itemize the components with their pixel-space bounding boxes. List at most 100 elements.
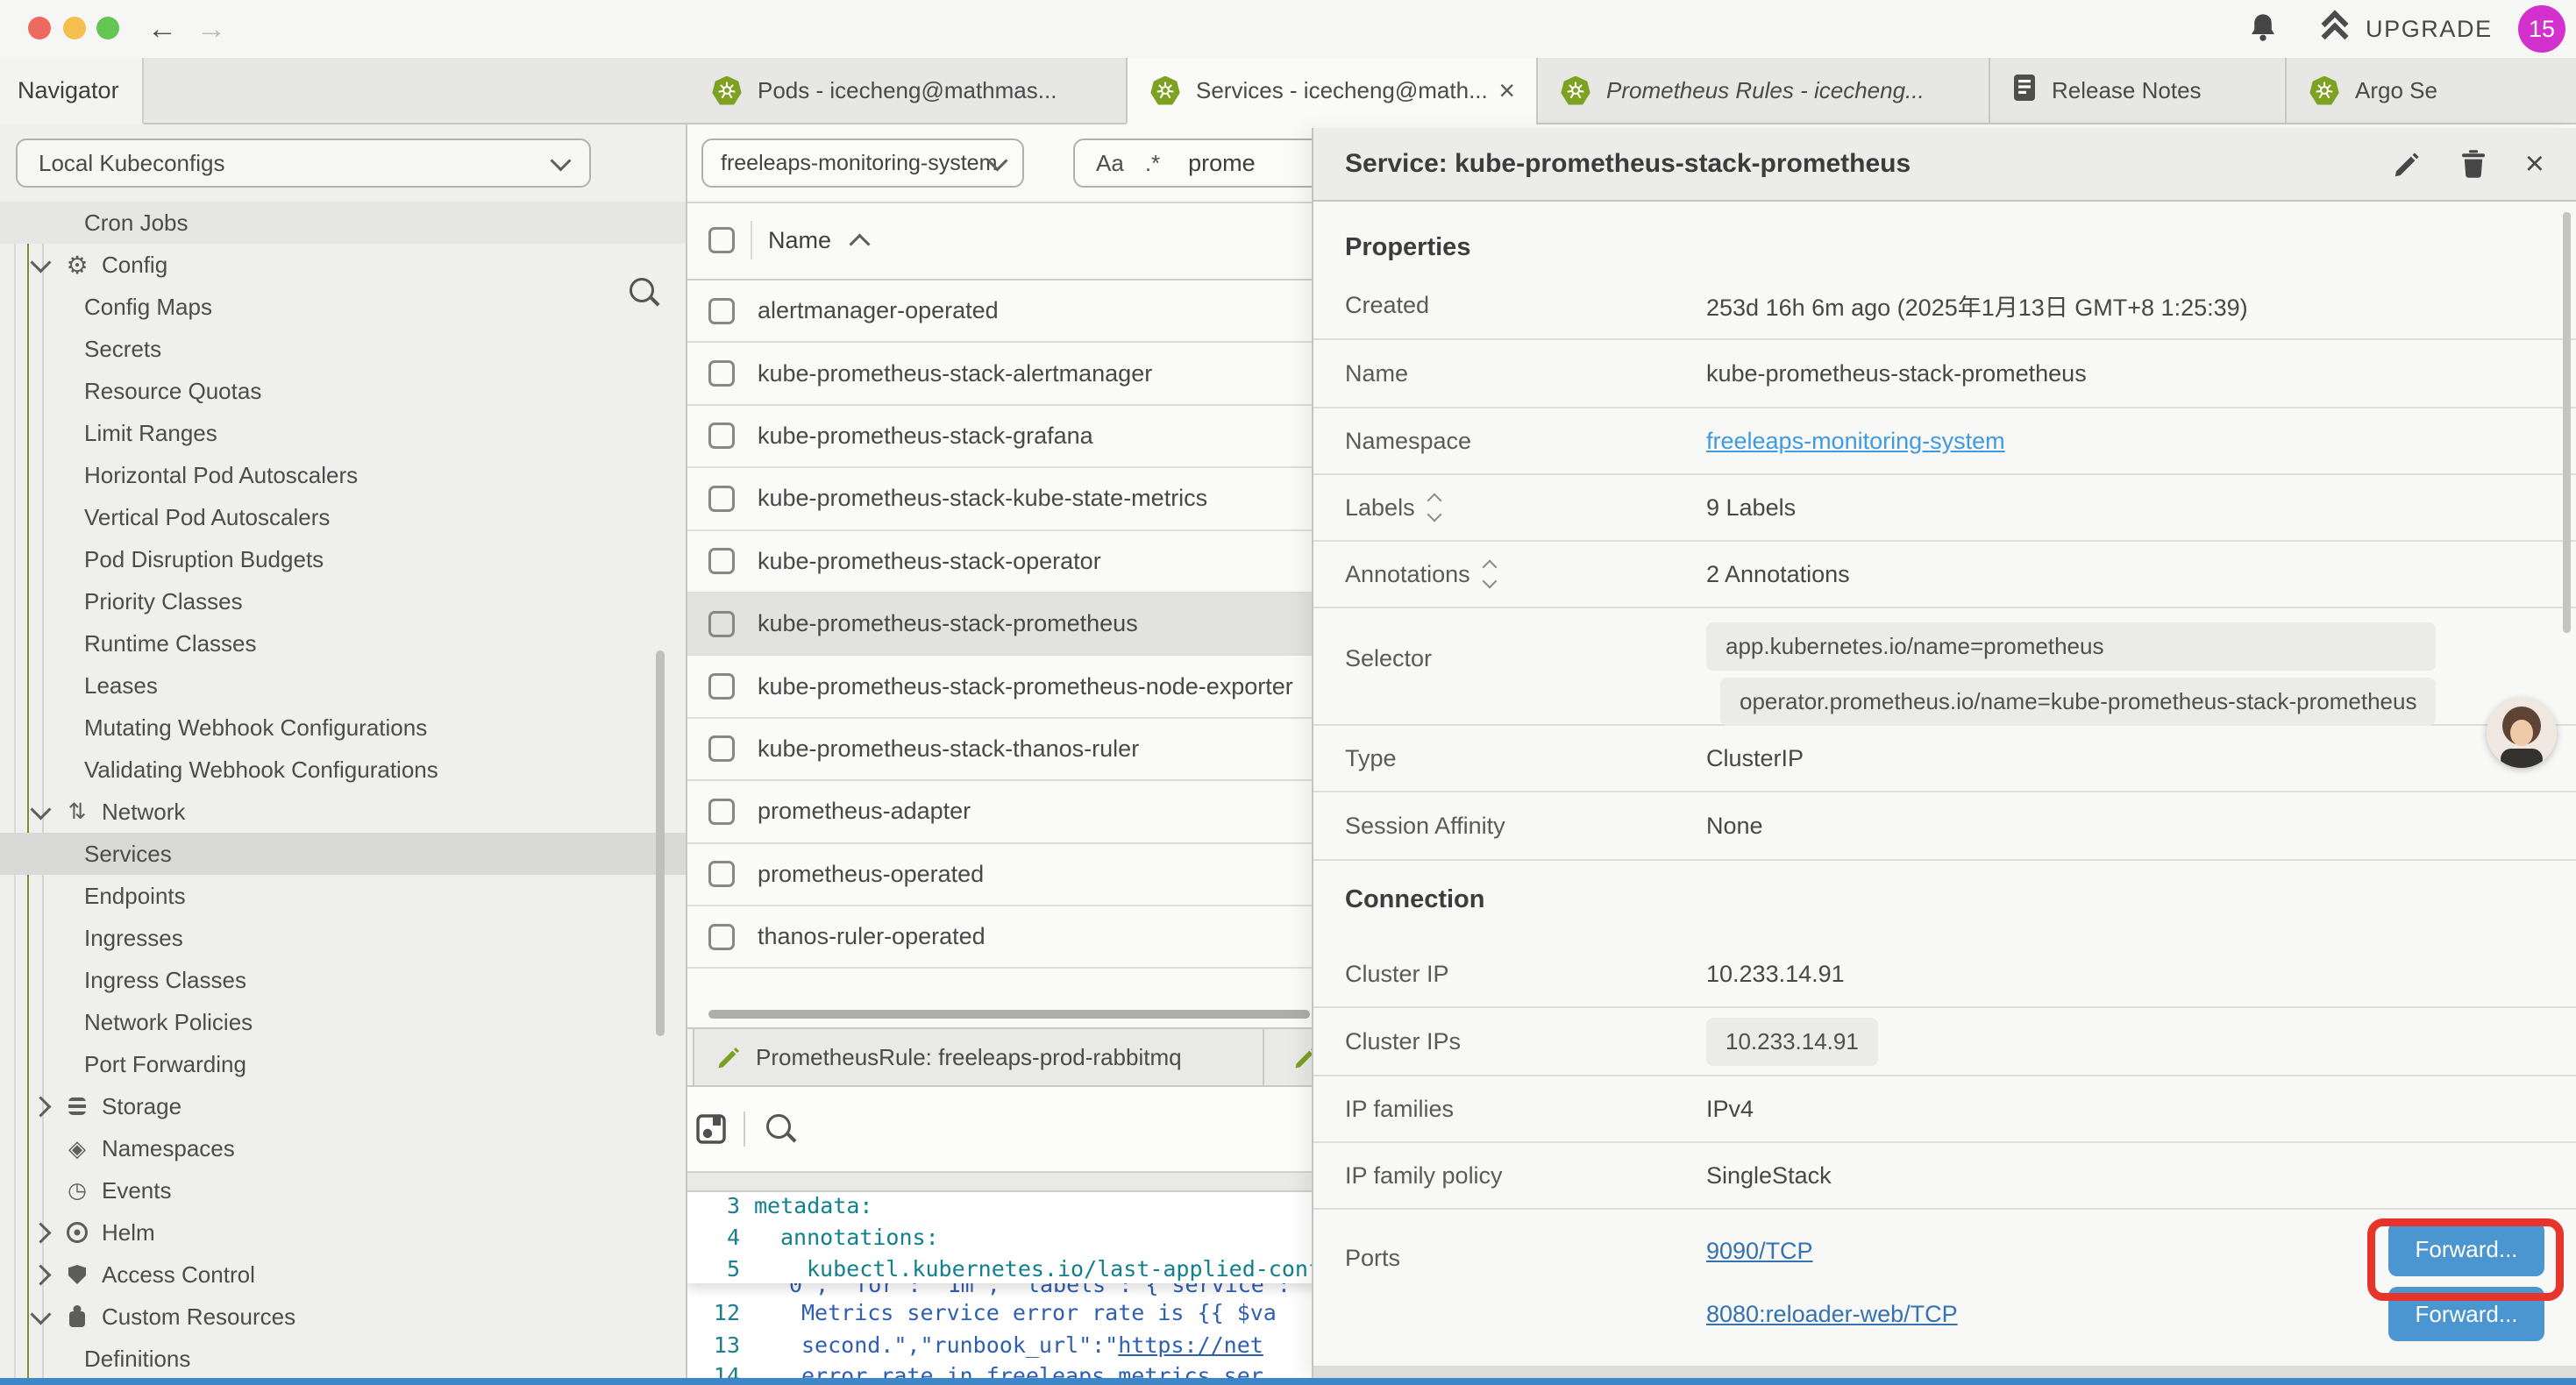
- sidebar-item[interactable]: Definitions: [0, 1338, 686, 1378]
- row-checkbox[interactable]: [708, 548, 735, 574]
- runbook-url-link[interactable]: https://net: [1118, 1332, 1263, 1358]
- row-checkbox[interactable]: [708, 298, 735, 324]
- delete-trash-icon[interactable]: [2460, 149, 2487, 179]
- editor-search-button[interactable]: [766, 1113, 791, 1146]
- code-line: Metrics service error rate is {{ $va: [801, 1300, 1277, 1325]
- namespace-filter-select[interactable]: freeleaps-monitoring-system: [701, 138, 1024, 188]
- tab-services[interactable]: Services - icecheng@math... ×: [1126, 58, 1536, 124]
- window-zoom-button[interactable]: [96, 17, 119, 39]
- tree-chevron-icon: [28, 1225, 53, 1240]
- edit-pencil-icon[interactable]: [2394, 150, 2422, 178]
- match-case-toggle[interactable]: Aa: [1096, 150, 1124, 177]
- labels-count[interactable]: 9 Labels: [1706, 494, 1796, 522]
- window-minimize-button[interactable]: [63, 17, 86, 39]
- tab-prometheus-rules[interactable]: Prometheus Rules - icecheng...: [1536, 58, 1989, 124]
- sidebar-item[interactable]: Services: [0, 833, 686, 875]
- window-close-button[interactable]: [28, 17, 51, 39]
- ip-family-policy-value: SingleStack: [1706, 1162, 1832, 1190]
- row-checkbox[interactable]: [708, 360, 735, 387]
- detail-scrollbar[interactable]: [2563, 212, 2571, 633]
- created-value: 253d 16h 6m ago (2025年1月13日 GMT+8 1:25:3…: [1706, 288, 2248, 323]
- annotations-count[interactable]: 2 Annotations: [1706, 561, 1850, 588]
- assistant-avatar[interactable]: [2487, 698, 2557, 768]
- tab-pods[interactable]: Pods - icecheng@mathmas...: [689, 58, 1126, 124]
- port-link-8080-reloader-web[interactable]: 8080:reloader-web/TCP: [1706, 1301, 1958, 1328]
- tab-pods-label: Pods - icecheng@mathmas...: [758, 77, 1057, 104]
- sidebar-item[interactable]: Port Forwarding: [0, 1043, 686, 1085]
- sidebar-item[interactable]: Endpoints: [0, 875, 686, 917]
- row-checkbox[interactable]: [708, 735, 735, 762]
- sidebar-item-label: Storage: [102, 1093, 181, 1120]
- sidebar-item[interactable]: Ingress Classes: [0, 959, 686, 1001]
- notifications-bell-icon[interactable]: [2248, 12, 2278, 53]
- sidebar-item-label: Runtime Classes: [84, 630, 257, 657]
- sidebar-item-label: Access Control: [102, 1261, 255, 1289]
- forward-button[interactable]: →: [196, 7, 226, 51]
- namespace-link[interactable]: freeleaps-monitoring-system: [1706, 428, 2005, 455]
- row-checkbox[interactable]: [708, 673, 735, 700]
- save-button[interactable]: [696, 1114, 726, 1144]
- sidebar-item[interactable]: Events: [0, 1169, 686, 1211]
- sidebar-item[interactable]: Custom Resources: [0, 1296, 686, 1338]
- tab-release-notes[interactable]: Release Notes: [1989, 58, 2285, 124]
- ip-families-value: IPv4: [1706, 1096, 1754, 1123]
- cluster-ips-badge: 10.233.14.91: [1706, 1018, 1878, 1066]
- row-checkbox[interactable]: [708, 611, 735, 637]
- sidebar-item[interactable]: Runtime Classes: [0, 622, 686, 664]
- select-all-checkbox[interactable]: [708, 227, 735, 253]
- close-panel-icon[interactable]: ×: [2525, 150, 2544, 178]
- sidebar-item[interactable]: Cron Jobs: [0, 202, 686, 244]
- tab-release-notes-label: Release Notes: [2052, 77, 2202, 104]
- sidebar-item[interactable]: Namespaces: [0, 1127, 686, 1169]
- kubernetes-icon: [1150, 76, 1180, 105]
- row-checkbox[interactable]: [708, 423, 735, 449]
- row-checkbox[interactable]: [708, 924, 735, 950]
- back-button[interactable]: ←: [147, 7, 177, 51]
- tab-argo[interactable]: Argo Se: [2285, 58, 2576, 124]
- notification-count-badge[interactable]: 15: [2518, 5, 2565, 53]
- sidebar-item[interactable]: Access Control: [0, 1254, 686, 1296]
- expander-icon[interactable]: [1484, 562, 1495, 586]
- row-checkbox[interactable]: [708, 861, 735, 887]
- port-link-9090[interactable]: 9090/TCP: [1706, 1238, 1813, 1265]
- row-label: Selector: [1313, 608, 1706, 672]
- sidebar-item[interactable]: Secrets: [0, 328, 686, 370]
- sidebar-scrollbar[interactable]: [656, 650, 665, 1036]
- upgrade-icon[interactable]: [2323, 14, 2348, 42]
- horizontal-scrollbar[interactable]: [708, 1010, 1310, 1019]
- tab-navigator[interactable]: Navigator: [0, 58, 144, 124]
- regex-toggle[interactable]: .*: [1145, 150, 1160, 177]
- kubeconfig-selector-value: Local Kubeconfigs: [39, 150, 224, 177]
- sidebar-item[interactable]: Validating Webhook Configurations: [0, 749, 686, 791]
- sidebar-item[interactable]: Resource Quotas: [0, 370, 686, 412]
- sidebar-item[interactable]: Config: [0, 244, 686, 286]
- expander-icon[interactable]: [1429, 495, 1440, 520]
- service-name: kube-prometheus-stack-prometheus-node-ex…: [758, 673, 1293, 700]
- sidebar-item[interactable]: Limit Ranges: [0, 412, 686, 454]
- sidebar-item-label: Leases: [84, 672, 158, 700]
- sidebar-item[interactable]: Leases: [0, 664, 686, 707]
- name-column-header[interactable]: Name: [768, 227, 831, 254]
- sidebar-item[interactable]: Storage: [0, 1085, 686, 1127]
- sidebar-item[interactable]: Mutating Webhook Configurations: [0, 707, 686, 749]
- sidebar-item[interactable]: Ingresses: [0, 917, 686, 959]
- detail-body: Properties Created 253d 16h 6m ago (2025…: [1313, 202, 2576, 1378]
- sidebar-item[interactable]: Pod Disruption Budgets: [0, 538, 686, 580]
- detail-row-annotations: Annotations 2 Annotations: [1313, 542, 2576, 608]
- kubeconfig-selector[interactable]: Local Kubeconfigs: [16, 138, 591, 188]
- close-tab-icon[interactable]: ×: [1498, 78, 1515, 103]
- sidebar-item[interactable]: Helm: [0, 1211, 686, 1254]
- sidebar-item[interactable]: Vertical Pod Autoscalers: [0, 496, 686, 538]
- editor-tab-prometheusrule[interactable]: PrometheusRule: freeleaps-prod-rabbitmq: [693, 1029, 1264, 1085]
- sidebar-item[interactable]: Network Policies: [0, 1001, 686, 1043]
- sidebar-item[interactable]: Horizontal Pod Autoscalers: [0, 454, 686, 496]
- sidebar-item[interactable]: Config Maps: [0, 286, 686, 328]
- connection-section-heading: Connection: [1313, 861, 2576, 941]
- sidebar-item[interactable]: Network: [0, 791, 686, 833]
- upgrade-button[interactable]: UPGRADE: [2366, 16, 2493, 43]
- row-checkbox[interactable]: [708, 486, 735, 512]
- row-checkbox[interactable]: [708, 799, 735, 825]
- code-line: metadata:: [754, 1193, 872, 1218]
- line-number: 4: [694, 1225, 740, 1250]
- sidebar-item[interactable]: Priority Classes: [0, 580, 686, 622]
